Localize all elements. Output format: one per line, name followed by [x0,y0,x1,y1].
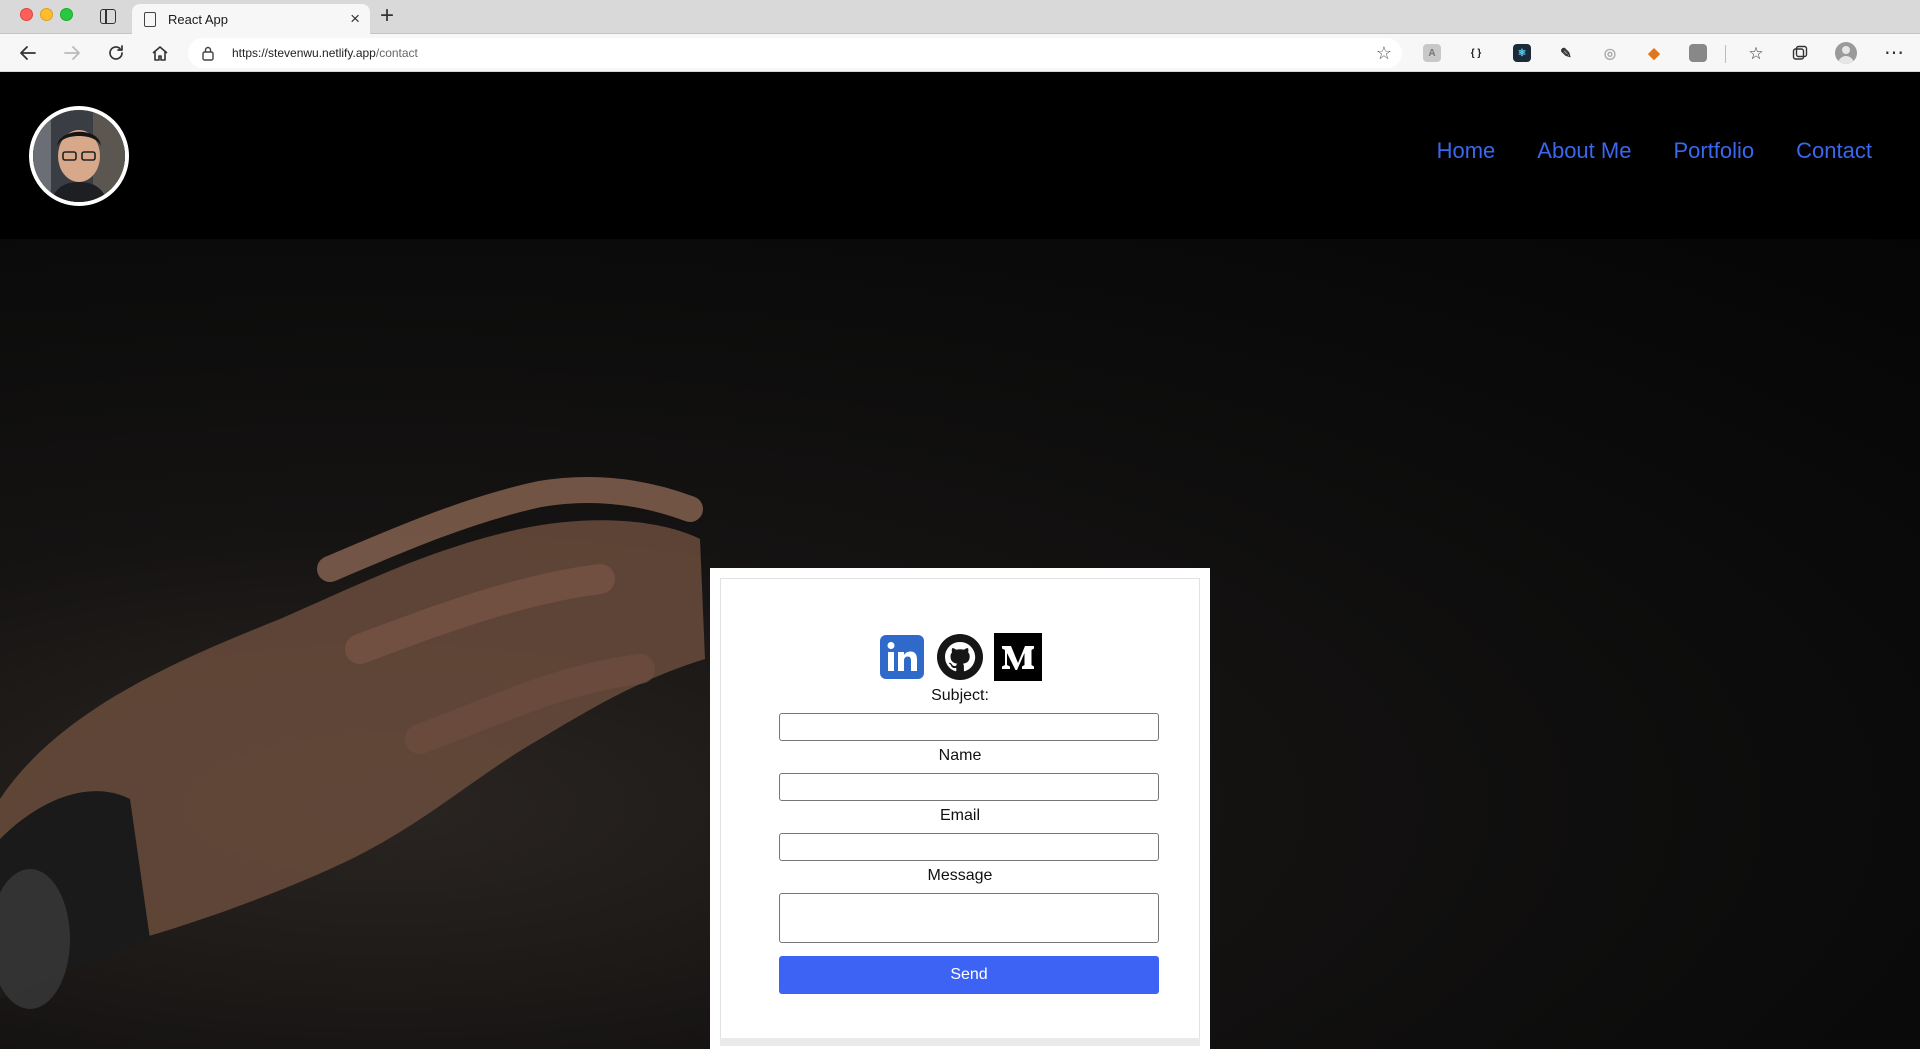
email-input[interactable] [779,833,1159,861]
subject-input[interactable] [779,713,1159,741]
metamask-icon[interactable]: ◆ [1645,44,1663,62]
message-textarea[interactable] [779,893,1159,943]
medium-icon[interactable] [994,633,1042,681]
social-links [720,633,1200,681]
new-tab-icon[interactable]: + [380,3,394,29]
tab-actions-icon[interactable] [100,9,116,24]
github-icon[interactable] [936,633,984,681]
send-button[interactable]: Send [779,956,1159,994]
page-icon [144,12,156,27]
hero-background: Subject: Name Email Message Send [0,239,1920,1049]
maximize-window-button[interactable] [60,8,73,21]
url-host: https://stevenwu.netlify.app [232,46,376,60]
toolbar-divider [1725,45,1726,63]
nav-contact[interactable]: Contact [1796,138,1872,164]
site-header: Home About Me Portfolio Contact [0,72,1920,239]
nav-about-me[interactable]: About Me [1537,138,1631,164]
more-options-icon[interactable]: ⋯ [1882,41,1906,65]
extension-icon-5[interactable]: ◎ [1601,44,1619,62]
nav-portfolio[interactable]: Portfolio [1673,138,1754,164]
name-label: Name [938,747,982,764]
refresh-icon[interactable] [104,41,128,65]
contact-card: Subject: Name Email Message Send [710,568,1210,1049]
url-text: https://stevenwu.netlify.app/contact [232,46,418,60]
favorites-icon[interactable]: ☆ [1744,41,1768,65]
profile-photo [29,106,129,206]
extension-icon-4[interactable]: ✎ [1557,44,1575,62]
subject-label: Subject: [931,687,989,704]
extension-icon-1[interactable]: A [1423,44,1441,62]
email-label: Email [939,807,980,824]
linkedin-icon[interactable] [878,633,926,681]
minimize-window-button[interactable] [40,8,53,21]
url-path: /contact [375,46,418,60]
message-label: Message [927,867,993,884]
contact-form: Subject: Name Email Message Send [720,578,1200,1046]
tab-title: React App [168,12,228,27]
profile-avatar-icon[interactable] [1835,42,1857,64]
extension-icon-2[interactable]: { } [1467,44,1485,62]
name-input[interactable] [779,773,1159,801]
browser-toolbar: https://stevenwu.netlify.app/contact ☆ A… [0,34,1920,72]
main-nav: Home About Me Portfolio Contact [1395,138,1872,164]
back-icon[interactable] [16,41,40,65]
collections-icon[interactable] [1788,41,1812,65]
nav-home[interactable]: Home [1437,138,1496,164]
address-bar[interactable]: https://stevenwu.netlify.app/contact ☆ [188,38,1402,68]
tab-close-icon[interactable]: × [350,9,360,29]
browser-tab-bar: React App × + [0,0,1920,35]
extension-icon-7[interactable] [1689,44,1707,62]
forward-icon[interactable] [60,41,84,65]
close-window-button[interactable] [20,8,33,21]
react-devtools-icon[interactable]: ⚛ [1513,44,1531,62]
web-page: Home About Me Portfolio Contact Subject:… [0,72,1920,1049]
lock-icon [202,46,214,61]
add-favorite-icon[interactable]: ☆ [1376,43,1392,64]
home-icon[interactable] [148,41,172,65]
browser-tab[interactable]: React App × [132,4,370,35]
